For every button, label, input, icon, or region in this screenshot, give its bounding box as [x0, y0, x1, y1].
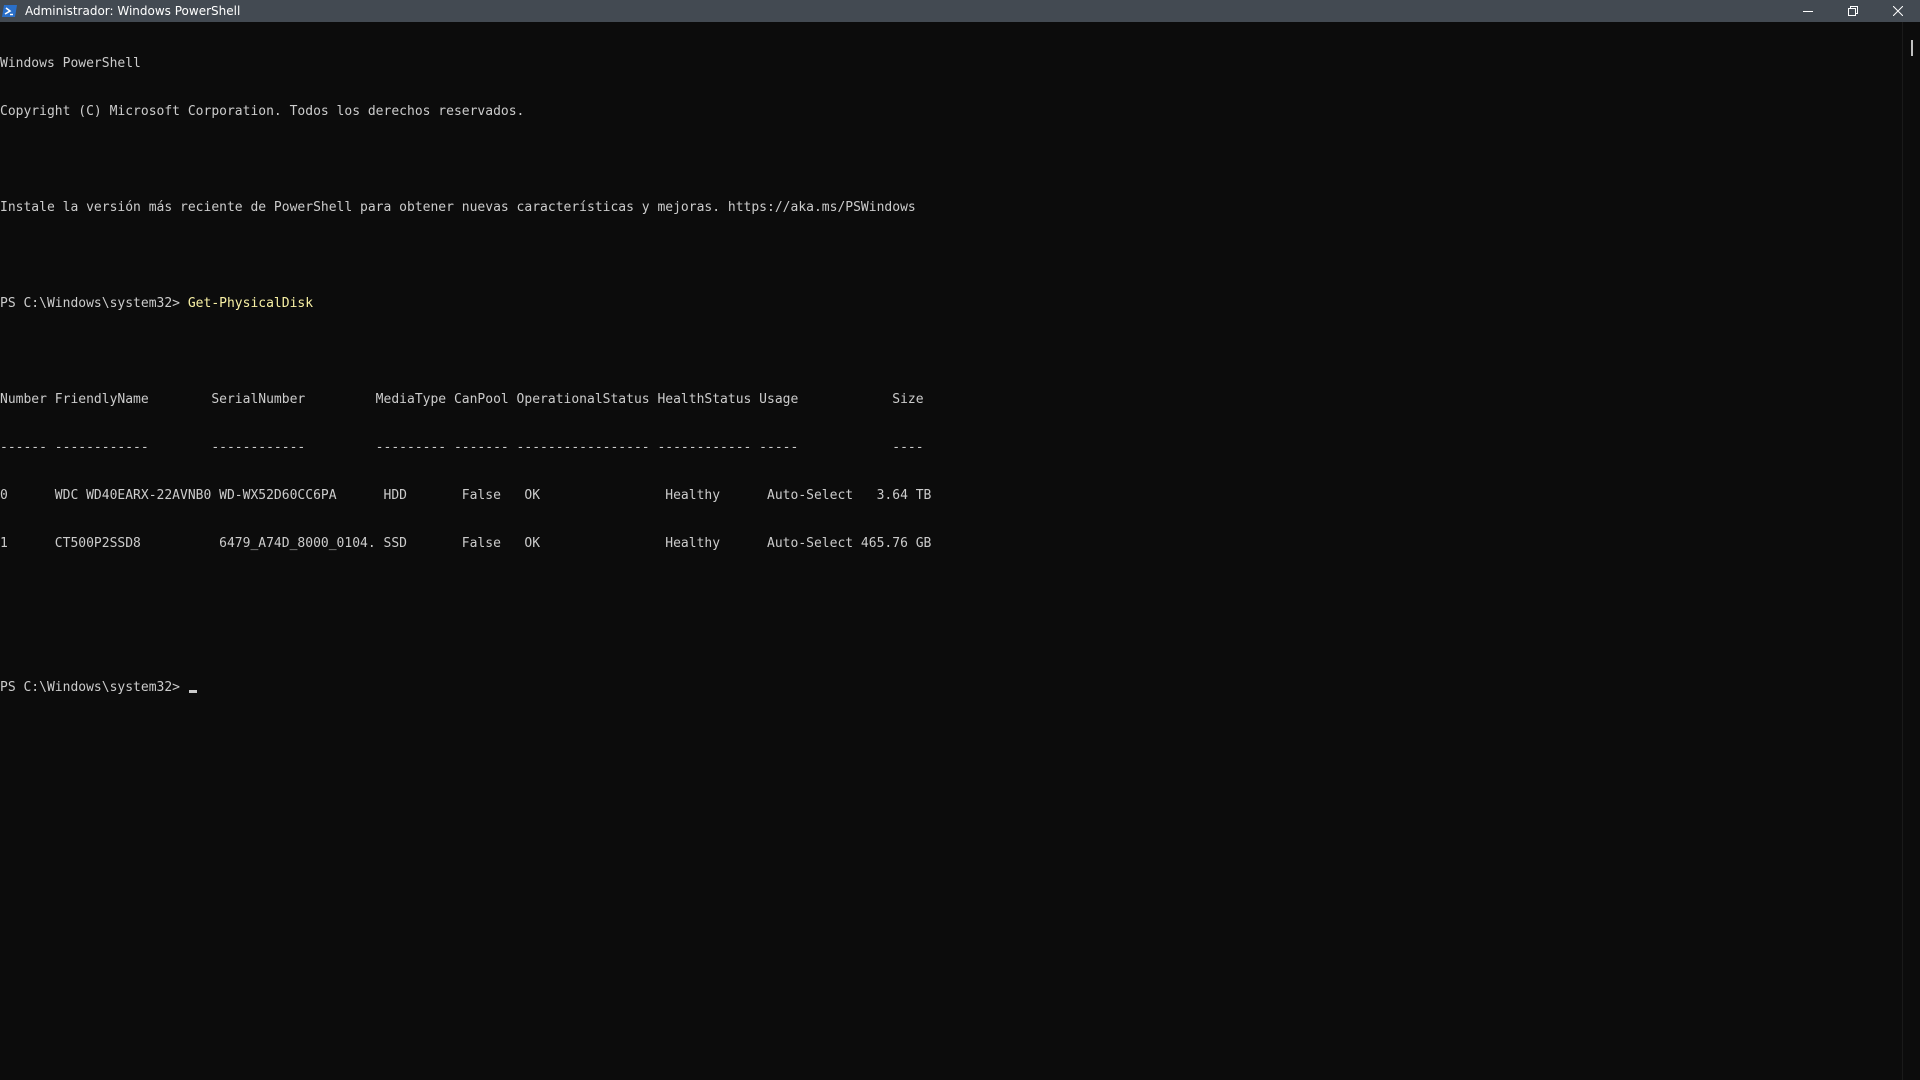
table-row: 1 CT500P2SSD8 6479_A74D_8000_0104. SSD F… — [0, 536, 932, 551]
banner-title: Windows PowerShell — [0, 56, 141, 71]
vertical-scrollbar[interactable] — [1906, 22, 1920, 1080]
table-row: 0 WDC WD40EARX-22AVNB0 WD-WX52D60CC6PA H… — [0, 488, 932, 503]
prompt: PS C:\Windows\system32> — [0, 296, 188, 311]
command-text: Get-PhysicalDisk — [187, 296, 314, 311]
prompt: PS C:\Windows\system32> — [0, 680, 188, 695]
title-bar[interactable]: Administrador: Windows PowerShell — [0, 0, 1920, 22]
window-controls — [1785, 0, 1920, 22]
close-icon[interactable] — [1875, 0, 1920, 22]
restore-icon[interactable] — [1830, 0, 1875, 22]
powershell-window: Administrador: Windows PowerShell Window… — [0, 0, 1920, 1080]
table-header: Number FriendlyName SerialNumber MediaTy… — [0, 392, 924, 407]
table-separator: ------ ------------ ------------ -------… — [0, 440, 924, 455]
text-cursor — [188, 690, 197, 693]
window-title: Administrador: Windows PowerShell — [25, 4, 241, 18]
powershell-icon[interactable] — [2, 3, 18, 19]
scrollbar-divider — [1902, 22, 1903, 1080]
minimize-icon[interactable] — [1785, 0, 1830, 22]
active-prompt-line[interactable]: PS C:\Windows\system32> — [0, 680, 1900, 696]
banner-update-notice: Instale la versión más reciente de Power… — [0, 200, 916, 215]
command-line: PS C:\Windows\system32> Get-PhysicalDisk — [0, 296, 1900, 312]
scrollbar-thumb[interactable] — [1911, 40, 1913, 56]
banner-copyright: Copyright (C) Microsoft Corporation. Tod… — [0, 104, 525, 119]
console-output[interactable]: Windows PowerShell Copyright (C) Microso… — [0, 24, 1900, 1080]
